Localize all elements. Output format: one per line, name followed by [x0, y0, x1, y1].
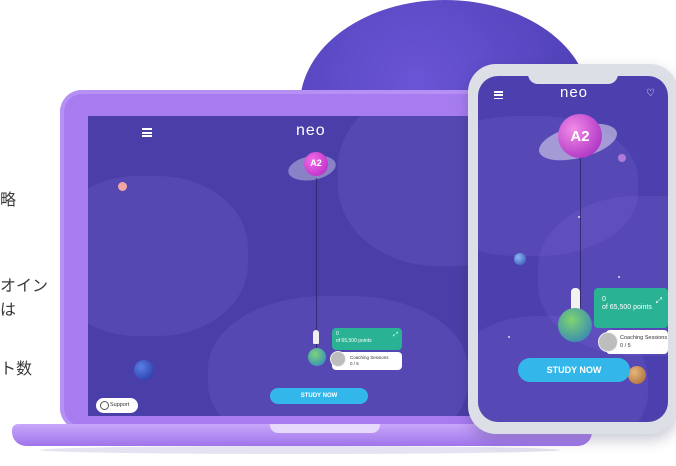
earth-planet — [308, 348, 326, 366]
side-text-line-4: ト数 — [0, 359, 33, 378]
expand-icon[interactable]: ⤢ — [393, 332, 398, 339]
blue-planet — [514, 253, 526, 265]
neo-logo: neo — [296, 122, 326, 139]
coach-avatar — [330, 351, 346, 367]
blue-planet — [134, 360, 154, 380]
rocket-icon — [313, 330, 319, 344]
phone-notch — [528, 70, 618, 84]
menu-icon[interactable] — [494, 91, 503, 100]
points-card[interactable]: 0 of 65,500 points ⤢ — [332, 328, 402, 350]
purple-planet — [618, 154, 626, 162]
laptop-shadow — [40, 446, 560, 454]
points-text: of 65,500 points — [336, 338, 372, 344]
level-badge: A2 — [570, 128, 590, 145]
laptop-screen: neo A2 0 of 65,500 points ⤢ Coaching Ses… — [88, 116, 524, 416]
star — [618, 276, 620, 278]
expand-icon[interactable]: ⤢ — [656, 296, 662, 306]
orange-planet — [628, 366, 646, 384]
side-text-line-3: は — [0, 300, 17, 319]
side-text-line-2: オイン — [0, 276, 49, 295]
points-card[interactable]: 0 of 65,500 points ⤢ — [594, 288, 668, 328]
earth-planet — [558, 308, 592, 342]
heart-icon[interactable]: ♡ — [646, 88, 655, 99]
neo-logo: neo — [560, 84, 589, 101]
study-now-button[interactable]: STUDY NOW — [518, 358, 630, 382]
support-button[interactable]: Support — [96, 398, 138, 413]
background-wave — [88, 176, 248, 336]
points-value: 0 — [336, 331, 339, 337]
side-text-line-1: 略 — [0, 190, 17, 209]
support-label: Support — [110, 402, 130, 408]
study-now-button[interactable]: STUDY NOW — [270, 388, 368, 404]
rocket-icon — [571, 288, 580, 310]
pink-planet — [118, 182, 127, 191]
progress-path — [316, 178, 317, 348]
star — [578, 216, 580, 218]
phone-screen: neo ♡ A2 0 of 65,500 points ⤢ Coaching S… — [478, 76, 668, 422]
coach-avatar — [598, 332, 618, 352]
level-badge: A2 — [310, 158, 322, 168]
laptop-notch — [270, 424, 380, 433]
menu-icon[interactable] — [142, 128, 152, 137]
star — [508, 336, 510, 338]
help-icon — [100, 401, 109, 410]
progress-path — [580, 158, 581, 308]
